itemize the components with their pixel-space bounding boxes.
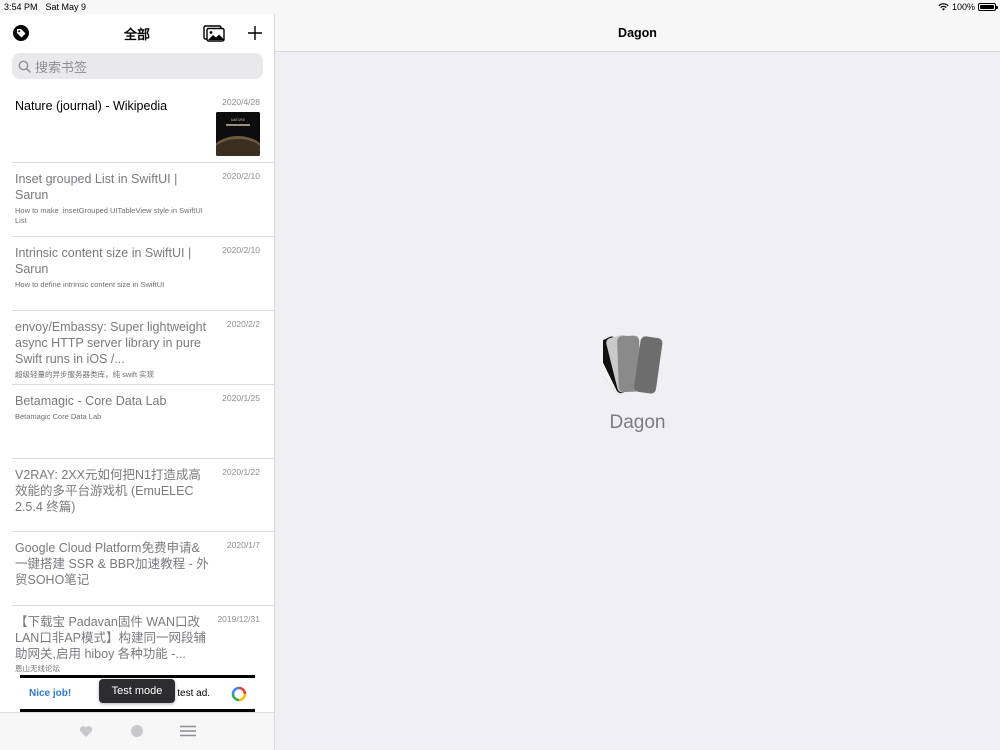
plus-icon[interactable] [245, 23, 265, 43]
bookmark-row[interactable]: Betamagic - Core Data Lab 2020/1/25 Beta… [12, 385, 274, 459]
bookmark-title: Nature (journal) - Wikipedia [15, 99, 168, 113]
tab-bar [0, 712, 274, 750]
ad-choices-icon[interactable] [231, 686, 247, 705]
bookmark-row[interactable]: Nature (journal) - Wikipedia 2020/4/28 N… [12, 90, 274, 163]
app-name: Dagon [609, 412, 666, 433]
bookmark-title: Inset grouped List in SwiftUI | Sarun [15, 172, 178, 202]
bookmark-date: 2019/12/31 [217, 614, 260, 624]
tag-icon[interactable] [11, 23, 31, 43]
ad-right-text: test ad. [177, 688, 211, 699]
detail-nav-bar: Dagon [275, 14, 1000, 52]
bookmark-date: 2020/2/2 [226, 319, 260, 329]
status-bar: 3:54 PM Sat May 9 100% [0, 0, 1000, 14]
svg-text:NATURE: NATURE [231, 118, 245, 122]
bookmark-row[interactable]: 【下载宝 Padavan固件 WAN口改LAN口非AP模式】构建同一网段辅助网关… [12, 606, 274, 680]
search-placeholder: 搜索书签 [35, 59, 88, 75]
battery-icon [978, 3, 998, 11]
search-icon [18, 60, 31, 73]
ad-left-text: Nice job! [29, 688, 72, 699]
bookmark-row[interactable]: Google Cloud Platform免费申请& 一键搭建 SSR & BB… [12, 532, 274, 606]
bookmark-date: 2020/2/10 [222, 245, 260, 255]
test-mode-label: Test mode [99, 679, 175, 703]
sidebar-title: 全部 [123, 26, 150, 42]
bookmark-title: Intrinsic content size in SwiftUI | Saru… [15, 246, 192, 276]
bookmark-title: Betamagic - Core Data Lab [15, 394, 167, 408]
bookmark-description: Betamagic Core Data Lab [15, 412, 102, 421]
bookmark-description: 超级轻量的异步服务器类库，纯 swift 实现 [15, 370, 155, 379]
sidebar-header: 全部 [0, 14, 274, 52]
status-right: 100% [938, 2, 998, 12]
bookmark-date: 2020/2/10 [222, 171, 260, 181]
search-input[interactable]: 搜索书签 [12, 53, 263, 79]
bookmark-row[interactable]: V2RAY: 2XX元如何把N1打造成高效能的多平台游戏机 (EmuELEC 2… [12, 459, 274, 532]
detail-nav-title: Dagon [618, 25, 657, 40]
bookmark-thumbnail: NATURE [216, 112, 260, 156]
bookmark-title: V2RAY: 2XX元如何把N1打造成高效能的多平台游戏机 (EmuELEC 2… [15, 468, 201, 514]
status-date: Sat May 9 [45, 2, 87, 12]
bookmark-description: How to define intrinsic content size in … [15, 280, 165, 289]
bookmark-row[interactable]: Intrinsic content size in SwiftUI | Saru… [12, 237, 274, 311]
bookmark-date: 2020/1/22 [222, 467, 260, 477]
wifi-icon [938, 3, 949, 11]
detail-pane: Dagon Dagon [275, 14, 1000, 750]
bookmark-title: 【下载宝 Padavan固件 WAN口改LAN口非AP模式】构建同一网段辅助网关… [15, 615, 206, 661]
bookmark-description: How to make .insetGrouped UITableView st… [15, 206, 203, 225]
bookmark-description: 恩山无线论坛 [15, 664, 60, 673]
bookmark-date: 2020/4/28 [222, 97, 260, 107]
bookmark-date: 2020/1/7 [226, 540, 260, 550]
bookmark-title: Google Cloud Platform免费申请& 一键搭建 SSR & BB… [15, 541, 209, 587]
bookmark-row[interactable]: envoy/Embassy: Super lightweight async H… [12, 311, 274, 385]
bookmark-list: Nature (journal) - Wikipedia 2020/4/28 N… [0, 90, 274, 680]
bookmark-date: 2020/1/25 [222, 393, 260, 403]
circle-icon[interactable] [129, 723, 145, 739]
bookmark-title: envoy/Embassy: Super lightweight async H… [15, 320, 207, 366]
app-logo-icon [586, 332, 677, 398]
bookmark-row[interactable]: Inset grouped List in SwiftUI | Sarun 20… [12, 163, 274, 237]
battery-percent: 100% [951, 2, 975, 12]
sidebar: 全部 搜索书签 Nature (journal) - Wikipedia 202… [0, 14, 275, 750]
menu-icon[interactable] [180, 723, 196, 739]
gallery-icon[interactable] [202, 23, 226, 43]
status-time: 3:54 PM [4, 2, 38, 12]
heart-icon[interactable] [78, 723, 94, 739]
